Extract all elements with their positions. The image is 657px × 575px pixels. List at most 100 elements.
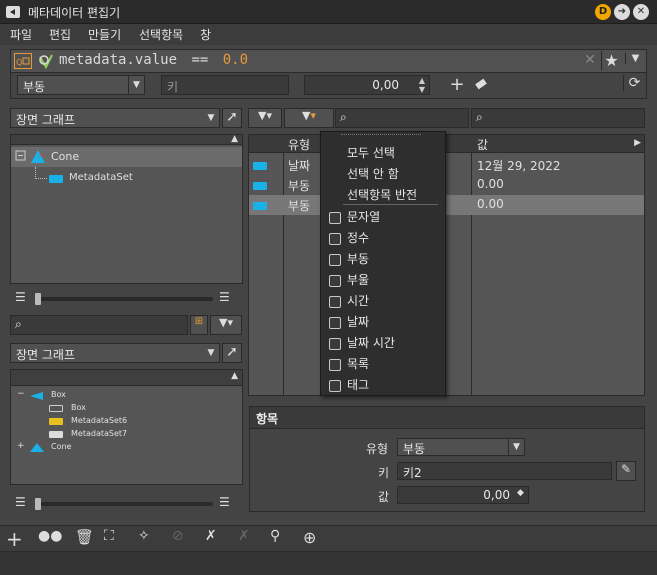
prop-type-combo[interactable]: 부동 ▼ bbox=[397, 438, 525, 456]
query-icon[interactable] bbox=[37, 53, 55, 71]
spin-diamond-icon[interactable]: ◆ bbox=[517, 488, 524, 498]
zoom-slider-bottom[interactable]: ☰ ☰ bbox=[15, 495, 235, 511]
tree-row-metadataset[interactable]: MetadataSet bbox=[47, 172, 227, 186]
column-header-value[interactable]: 값 bbox=[477, 136, 488, 153]
slider-handle[interactable] bbox=[35, 498, 41, 510]
table-row-selected[interactable]: 부동 0.00 bbox=[249, 195, 644, 215]
type-option-list[interactable]: 목록 bbox=[329, 355, 369, 372]
menu-selection[interactable]: 선택항목 bbox=[139, 26, 183, 43]
column-filter-icon[interactable]: ▼▾ bbox=[284, 108, 334, 128]
type-option-time[interactable]: 시간 bbox=[329, 292, 369, 309]
tree-search-input[interactable]: ⌕ bbox=[10, 315, 188, 335]
select-arrow-icon[interactable]: ➚ bbox=[222, 343, 242, 363]
tree-row-metadataset6[interactable]: MetadataSet6 bbox=[37, 416, 237, 428]
help-icon[interactable]: D bbox=[595, 4, 611, 20]
tree-row-metadataset7[interactable]: MetadataSet7 bbox=[37, 429, 237, 441]
checkbox[interactable] bbox=[329, 211, 341, 224]
tree-row-box-shape[interactable]: Box bbox=[37, 403, 237, 415]
scene-graph-combo-bottom-value: 장면 그래프 bbox=[16, 348, 76, 362]
key-search-input[interactable]: ⌕ bbox=[335, 108, 469, 128]
menu-window[interactable]: 창 bbox=[200, 26, 211, 43]
spin-arrows-icon[interactable]: ▲ ▼ bbox=[416, 76, 428, 94]
select-arrow-icon[interactable]: ➚ bbox=[222, 108, 242, 128]
checkbox[interactable] bbox=[329, 253, 341, 266]
broom-icon[interactable]: ⚲ bbox=[270, 528, 280, 544]
type-option-tag[interactable]: 태그 bbox=[329, 376, 369, 393]
prop-type-label: 유형 bbox=[366, 442, 389, 456]
delete-icon[interactable]: 🗑 bbox=[75, 528, 94, 546]
tree-label-box: Box bbox=[51, 390, 66, 399]
checkbox[interactable] bbox=[329, 358, 341, 371]
edit-pencil-icon[interactable]: ✎ bbox=[616, 461, 636, 481]
tree-label-metadataset6: MetadataSet6 bbox=[71, 416, 128, 425]
expression-menu-chevron-icon[interactable]: ▼ bbox=[625, 53, 645, 64]
close-icon[interactable]: ✕ bbox=[633, 4, 649, 20]
clear-expression-icon[interactable]: ✕ bbox=[581, 52, 599, 68]
type-option-bool[interactable]: 부울 bbox=[329, 271, 369, 288]
value-filter-spinbox[interactable]: 0,00 bbox=[304, 75, 430, 95]
untag-icon[interactable]: ✗ bbox=[205, 528, 217, 544]
menu-item-select-all[interactable]: 모두 선택 bbox=[347, 144, 395, 161]
prop-value-spinbox[interactable]: 0,00 bbox=[397, 486, 529, 504]
checkbox[interactable] bbox=[329, 232, 341, 245]
add-icon[interactable]: + bbox=[6, 527, 23, 551]
checkbox[interactable] bbox=[329, 295, 341, 308]
tree-row-box[interactable]: − Box bbox=[15, 389, 215, 404]
refresh-icon[interactable]: ⟳ bbox=[623, 75, 645, 91]
scene-graph-combo-top[interactable]: 장면 그래프 ▼ bbox=[10, 108, 220, 128]
tag-icon bbox=[253, 162, 267, 170]
collapse-up-icon[interactable]: ▲ bbox=[231, 134, 238, 144]
select-hierarchy-icon[interactable]: ✧ bbox=[138, 528, 150, 544]
favorite-star-icon[interactable]: ★ bbox=[601, 51, 621, 70]
slider-handle[interactable] bbox=[35, 293, 41, 305]
type-option-float[interactable]: 부동 bbox=[329, 250, 369, 267]
checkbox[interactable] bbox=[329, 379, 341, 392]
zoom-slider-top[interactable]: ☰ ☰ bbox=[15, 290, 235, 306]
menu-create[interactable]: 만들기 bbox=[88, 26, 121, 43]
type-filter-dropdown: 모두 선택 선택 안 함 선택항목 반전 문자열 정수 부동 부울 시간 날짜 … bbox=[320, 131, 446, 396]
type-option-int[interactable]: 정수 bbox=[329, 229, 369, 246]
type-option-date[interactable]: 날짜 bbox=[329, 313, 369, 330]
link-dots-icon[interactable]: ●● bbox=[38, 528, 62, 544]
type-option-string[interactable]: 문자열 bbox=[329, 208, 380, 225]
menu-edit[interactable]: 편집 bbox=[49, 26, 71, 43]
collapse-up-icon[interactable]: ▲ bbox=[231, 371, 238, 381]
forward-icon[interactable]: ➜ bbox=[614, 4, 630, 20]
type-funnel-icon[interactable]: ▼▾ bbox=[248, 108, 282, 128]
hierarchy-filter-icon[interactable]: ⊞ bbox=[190, 315, 208, 335]
slider-track[interactable] bbox=[37, 502, 213, 506]
expression-field[interactable]: metadata.value == 0.0 bbox=[59, 52, 248, 68]
tree-row-cone-bottom[interactable]: + Cone bbox=[15, 441, 215, 454]
scroll-right-icon[interactable]: ▶ bbox=[634, 138, 641, 148]
menu-file[interactable]: 파일 bbox=[10, 26, 32, 43]
checkbox[interactable] bbox=[329, 274, 341, 287]
box-icon bbox=[29, 390, 45, 404]
expression-value: 0.0 bbox=[222, 52, 249, 68]
row-value: 12월 29, 2022 bbox=[477, 159, 561, 173]
expand-toggle-icon[interactable]: + bbox=[17, 441, 25, 451]
expand-toggle-icon[interactable] bbox=[15, 150, 27, 165]
key-filter-input[interactable]: 키 bbox=[161, 75, 289, 95]
eraser-icon[interactable] bbox=[471, 76, 491, 96]
metadata-mode-icon[interactable]: Q bbox=[14, 53, 32, 69]
slider-track[interactable] bbox=[37, 297, 213, 301]
value-search-input[interactable]: ⌕ bbox=[471, 108, 645, 128]
tree-connector bbox=[35, 178, 47, 179]
menu-item-invert-selection[interactable]: 선택항목 반전 bbox=[347, 186, 417, 203]
menu-item-select-none[interactable]: 선택 안 함 bbox=[347, 165, 399, 182]
table-row[interactable]: 날짜 12월 29, 2022 bbox=[249, 155, 644, 175]
add-metadata-icon[interactable]: + bbox=[447, 74, 467, 95]
table-row[interactable]: 부동 0.00 bbox=[249, 175, 644, 195]
target-icon[interactable]: ⊕ bbox=[303, 528, 316, 547]
expand-toggle-icon[interactable]: − bbox=[17, 389, 25, 399]
column-header-type[interactable]: 유형 bbox=[288, 136, 310, 153]
type-filter-combo[interactable]: 부동 ▼ bbox=[17, 75, 145, 95]
tree-row-cone[interactable]: x Cone bbox=[11, 147, 242, 167]
type-option-datetime[interactable]: 날짜 시간 bbox=[329, 334, 395, 351]
checkbox[interactable] bbox=[329, 337, 341, 350]
prop-key-input[interactable]: 키2 bbox=[397, 462, 612, 480]
select-by-metadata-icon[interactable]: ⛶ bbox=[104, 528, 114, 544]
scene-graph-combo-bottom[interactable]: 장면 그래프 ▼ bbox=[10, 343, 220, 363]
funnel-filter-icon[interactable]: ▼▾ bbox=[210, 315, 242, 335]
checkbox[interactable] bbox=[329, 316, 341, 329]
